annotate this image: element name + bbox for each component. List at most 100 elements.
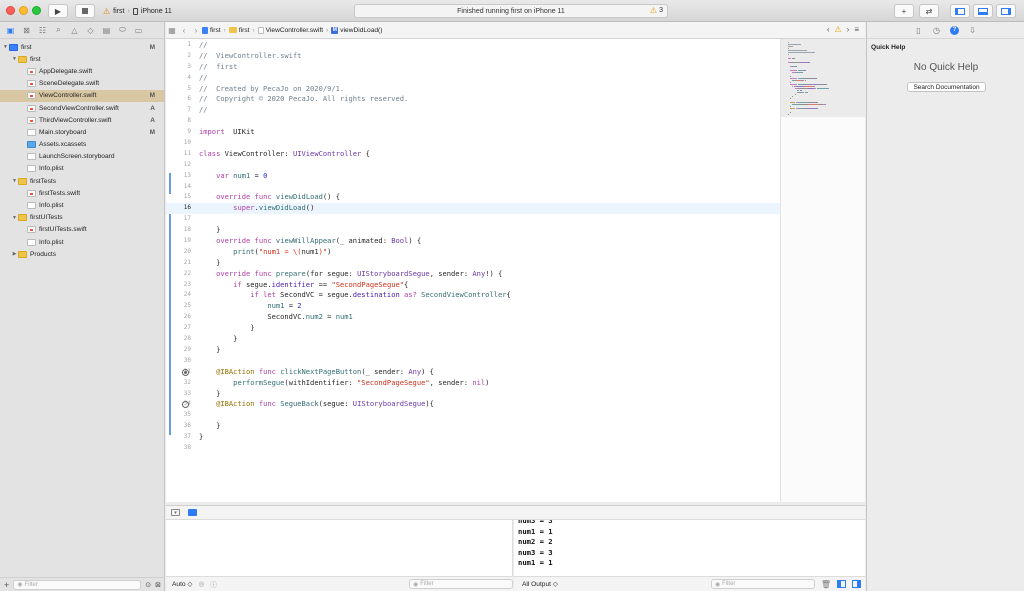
scheme-selector[interactable]: ⚠ first › iPhone 11 <box>103 4 189 18</box>
navigator-item[interactable]: ▼ firstTests <box>0 175 164 187</box>
code-line[interactable]: 13 var num1 = 0 <box>166 171 780 182</box>
disclosure-triangle-icon[interactable]: ▼ <box>11 56 18 62</box>
recent-files-icon[interactable]: ⊙ <box>145 581 151 589</box>
navigator-item[interactable]: Info.plist <box>0 199 164 211</box>
back-arrow-icon[interactable]: ‹ <box>178 26 190 35</box>
minimize-window-button[interactable] <box>19 6 28 15</box>
variables-filter-input[interactable]: ◉ Filter <box>409 579 513 589</box>
code-line[interactable]: 9 import UIKit <box>166 127 780 138</box>
warning-icon[interactable]: ⚠ <box>834 25 841 34</box>
code-line[interactable]: 18 } <box>166 225 780 236</box>
issue-icon[interactable]: △ <box>70 26 79 35</box>
console-filter-input[interactable]: ◉ Filter <box>710 579 815 589</box>
navigator-item[interactable]: firstUITests.swift <box>0 224 164 236</box>
eye-icon[interactable]: ◎ <box>198 580 204 588</box>
code-line[interactable]: 4 // <box>166 73 780 84</box>
code-line[interactable]: 32 performSegue(withIdentifier: "SecondP… <box>166 378 780 389</box>
code-line[interactable]: 21 } <box>166 258 780 269</box>
ibaction-connection-icon[interactable] <box>182 368 189 376</box>
breadcrumb-method[interactable]: MviewDidLoad() <box>331 26 382 34</box>
minimap[interactable] <box>780 39 866 502</box>
navigator-item[interactable]: ▶ Products <box>0 248 164 260</box>
library-button[interactable]: + <box>894 4 914 18</box>
code-line[interactable]: 12 <box>166 160 780 171</box>
code-line[interactable]: 22 override func prepare(for segue: UISt… <box>166 269 780 280</box>
code-line[interactable]: 17 <box>166 214 780 225</box>
code-line[interactable]: 14 <box>166 182 780 193</box>
editor-options-icon[interactable]: ≡ <box>854 25 859 34</box>
code-line[interactable]: 6 // Copyright © 2020 PecaJo. All rights … <box>166 94 780 105</box>
code-review-button[interactable]: ⇄ <box>919 4 939 18</box>
info-icon[interactable]: ⓘ <box>210 579 217 589</box>
navigator-item[interactable]: firstTests.swift <box>0 187 164 199</box>
code-line[interactable]: 27 } <box>166 323 780 334</box>
stop-button[interactable] <box>75 4 95 18</box>
disclosure-triangle-icon[interactable]: ▼ <box>11 178 18 184</box>
navigator-item[interactable]: SceneDelegate.swift <box>0 78 164 90</box>
source-editor[interactable]: 1 // 2 // ViewController.swift 3 // first 4 // 5… <box>166 39 780 502</box>
symbol-navigator-icon[interactable]: ☷ <box>38 26 47 35</box>
history-icon[interactable]: ◷ <box>932 26 941 35</box>
code-line[interactable]: 10 <box>166 138 780 149</box>
disclosure-triangle-icon[interactable]: ▼ <box>2 44 9 50</box>
output-selector[interactable]: All Output ◇ <box>522 580 558 588</box>
breadcrumb-group[interactable]: first <box>228 27 249 34</box>
zoom-window-button[interactable] <box>32 6 41 15</box>
warning-indicator[interactable]: ⚠ 3 <box>650 6 663 15</box>
navigator-item[interactable]: AppDelegate.swift <box>0 65 164 77</box>
navigator-item[interactable]: ThirdViewController.swift A <box>0 114 164 126</box>
navigator-item[interactable]: ▼ firstUITests <box>0 212 164 224</box>
source-control-icon[interactable]: ⊠ <box>22 26 31 35</box>
console-output[interactable]: num3 = 3 num1 = 1 num2 = 2 num3 = 3 num1 = 1 <box>514 520 865 576</box>
toggle-inspector-button[interactable] <box>996 4 1016 18</box>
code-line[interactable]: 23 if segue.identifier == "SecondPageSeg… <box>166 280 780 291</box>
navigator-item[interactable]: LaunchScreen.storyboard <box>0 151 164 163</box>
previous-issue-icon[interactable]: ‹ <box>827 25 830 34</box>
hide-debug-area-icon[interactable]: ▾ <box>171 509 180 516</box>
disclosure-triangle-icon[interactable]: ▼ <box>11 215 18 221</box>
modified-files-icon[interactable]: ⊠ <box>155 581 161 589</box>
report-icon[interactable]: ▭ <box>134 26 143 35</box>
toggle-debug-area-button[interactable] <box>973 4 993 18</box>
navigator-item[interactable]: Info.plist <box>0 236 164 248</box>
split-view-icon[interactable] <box>837 580 846 588</box>
navigator-item[interactable]: SecondViewController.swift A <box>0 102 164 114</box>
folder-tab-icon[interactable]: ▣ <box>6 26 15 35</box>
find-icon[interactable]: ⌕ <box>54 25 63 35</box>
breadcrumb-project[interactable]: first <box>202 26 221 34</box>
code-line[interactable]: 2 // ViewController.swift <box>166 51 780 62</box>
code-line[interactable]: 5 // Created by PecaJo on 2020/9/1. <box>166 84 780 95</box>
code-line[interactable]: 29 } <box>166 345 780 356</box>
code-line[interactable]: 34 @IBAction func SegueBack(segue: UISto… <box>166 399 780 410</box>
code-line[interactable]: 3 // first <box>166 62 780 73</box>
navigator-item[interactable]: ViewController.swift M <box>0 89 164 102</box>
navigator-item[interactable]: ▼ first M <box>0 41 164 53</box>
forward-arrow-icon[interactable]: › <box>190 26 202 35</box>
next-issue-icon[interactable]: › <box>847 25 850 34</box>
code-line[interactable]: 38 <box>166 443 780 454</box>
search-documentation-button[interactable]: Search Documentation <box>907 82 986 92</box>
toggle-navigator-button[interactable] <box>950 4 970 18</box>
code-line[interactable]: 26 SecondVC.num2 = num1 <box>166 312 780 323</box>
breakpoint-navigator-icon[interactable]: ⬭ <box>118 25 127 35</box>
code-line[interactable]: 20 print("num1 = \(num1)") <box>166 247 780 258</box>
disclosure-triangle-icon[interactable]: ▶ <box>11 251 18 257</box>
quick-help-icon[interactable]: ? <box>950 25 959 35</box>
navigator-item[interactable]: ▼ first <box>0 53 164 65</box>
breadcrumb-file[interactable]: ViewController.swift <box>257 26 323 34</box>
code-line[interactable]: 33 } <box>166 389 780 400</box>
close-window-button[interactable] <box>6 6 15 15</box>
code-line[interactable]: 36 } <box>166 421 780 432</box>
navigator-item[interactable]: Assets.xcassets <box>0 139 164 151</box>
test-icon[interactable]: ◇ <box>86 26 95 35</box>
navigator-filter-input[interactable]: ◉ Filter <box>13 579 142 590</box>
run-button[interactable]: ▶ <box>48 4 68 18</box>
code-line[interactable]: 30 <box>166 356 780 367</box>
code-line[interactable]: 24 if let SecondVC = segue.destination a… <box>166 290 780 301</box>
code-line[interactable]: 28 } <box>166 334 780 345</box>
code-line[interactable]: 16 super.viewDidLoad() <box>166 203 780 215</box>
code-line[interactable]: 19 override func viewWillAppear(_ animat… <box>166 236 780 247</box>
identity-inspector-icon[interactable]: ⇩ <box>968 26 977 35</box>
code-line[interactable]: 25 num1 = 2 <box>166 301 780 312</box>
code-line[interactable]: 35 <box>166 410 780 421</box>
